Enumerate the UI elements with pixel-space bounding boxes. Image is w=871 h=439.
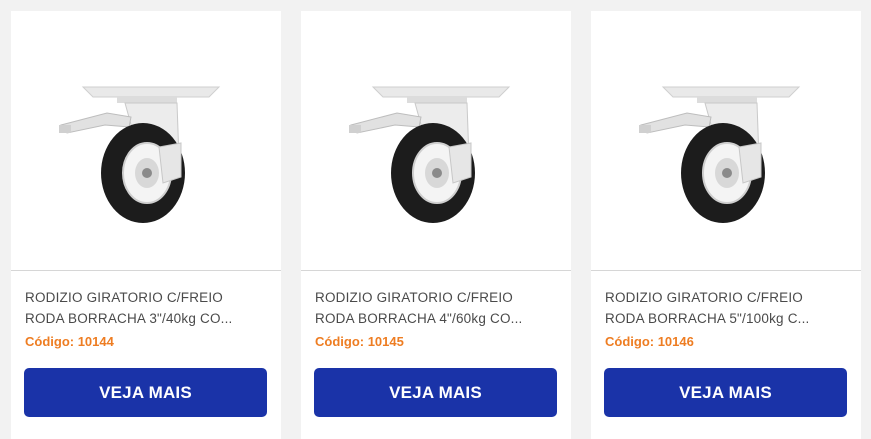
swivel-caster-with-brake-icon: [639, 86, 801, 223]
product-code: Código: 10146: [605, 334, 694, 349]
product-title[interactable]: RODIZIO GIRATORIO C/FREIO RODA BORRACHA …: [25, 287, 261, 329]
product-title[interactable]: RODIZIO GIRATORIO C/FREIO RODA BORRACHA …: [315, 287, 551, 329]
card-divider: [11, 270, 281, 271]
card-divider: [301, 270, 571, 271]
product-title-line-1: RODIZIO GIRATORIO C/FREIO: [605, 290, 804, 305]
swivel-caster-with-brake-icon: [349, 86, 511, 223]
product-card[interactable]: RODIZIO GIRATORIO C/FREIO RODA BORRACHA …: [301, 11, 571, 439]
veja-mais-button[interactable]: VEJA MAIS: [604, 368, 847, 417]
product-code: Código: 10145: [315, 334, 404, 349]
product-image-link[interactable]: [301, 11, 571, 270]
veja-mais-button[interactable]: VEJA MAIS: [24, 368, 267, 417]
product-title[interactable]: RODIZIO GIRATORIO C/FREIO RODA BORRACHA …: [605, 287, 841, 329]
product-card[interactable]: RODIZIO GIRATORIO C/FREIO RODA BORRACHA …: [591, 11, 861, 439]
product-image-link[interactable]: [11, 11, 281, 270]
product-card[interactable]: RODIZIO GIRATORIO C/FREIO RODA BORRACHA …: [11, 11, 281, 439]
card-divider: [591, 270, 861, 271]
product-grid: RODIZIO GIRATORIO C/FREIO RODA BORRACHA …: [0, 0, 871, 439]
product-title-line-2: RODA BORRACHA 3"/40kg CO...: [25, 311, 233, 326]
product-title-line-2: RODA BORRACHA 4"/60kg CO...: [315, 311, 523, 326]
product-title-line-1: RODIZIO GIRATORIO C/FREIO: [315, 290, 514, 305]
product-title-line-1: RODIZIO GIRATORIO C/FREIO: [25, 290, 224, 305]
product-code: Código: 10144: [25, 334, 114, 349]
product-image-link[interactable]: [591, 11, 861, 270]
swivel-caster-with-brake-icon: [59, 86, 221, 223]
product-title-line-2: RODA BORRACHA 5"/100kg C...: [605, 311, 810, 326]
veja-mais-button[interactable]: VEJA MAIS: [314, 368, 557, 417]
